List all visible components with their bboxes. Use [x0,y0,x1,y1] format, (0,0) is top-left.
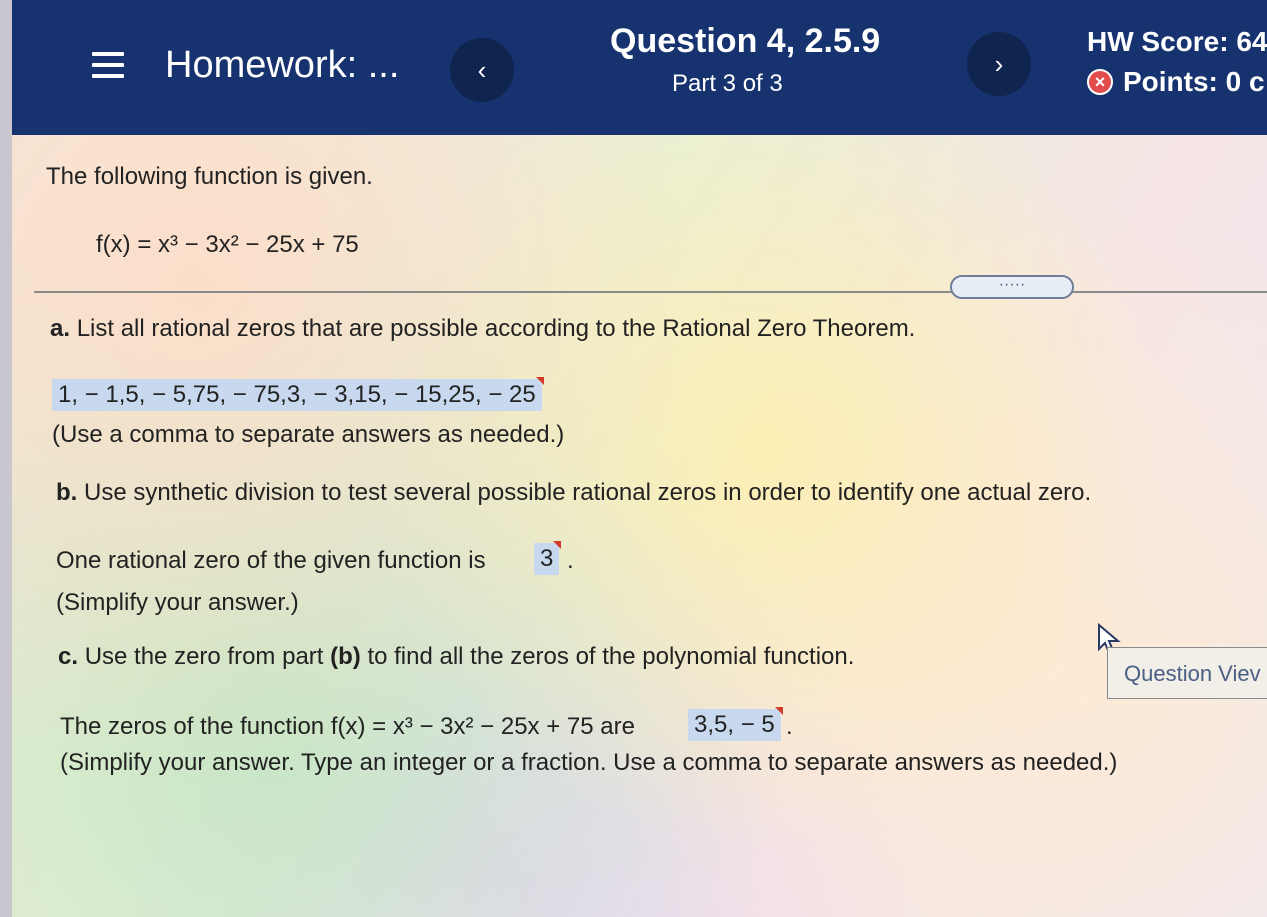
part-b-text: Use synthetic division to test several p… [84,479,1092,506]
part-c-text-bold: (b) [330,643,361,670]
question-content: The following function is given. f(x) = … [12,135,1267,917]
part-b-period: . [567,547,574,574]
part-b-label: b. [56,479,78,506]
incorrect-x-icon: × [1087,69,1113,95]
part-c-answer-box[interactable]: 3,5, − 5 [688,707,783,741]
part-c-answer-prefix: The zeros of the function f(x) = x³ − 3x… [60,713,635,740]
part-b-question: b. Use synthetic division to test severa… [56,479,1091,507]
expand-more-button[interactable]: ····· [950,275,1074,299]
part-c-text-post: to find all the zeros of the polynomial … [367,643,855,670]
part-b-answer-line: One rational zero of the given function … [56,547,486,575]
homework-title[interactable]: Homework: ... [165,44,399,87]
question-viewer-button[interactable]: Question Viev [1107,647,1267,699]
previous-question-button[interactable]: ‹ [450,38,514,102]
part-c-text-pre: Use the zero from part [84,643,324,670]
part-c-period: . [786,713,793,740]
question-title: Question 4, 2.5.9 [610,22,881,60]
part-a-text: List all rational zeros that are possibl… [76,315,916,342]
part-b-answer-box[interactable]: 3 [534,541,562,575]
part-c-hint: (Simplify your answer. Type an integer o… [60,749,1118,776]
part-a-label: a. [50,315,71,342]
part-a-question: a. List all rational zeros that are poss… [50,315,915,343]
question-part: Part 3 of 3 [672,70,783,97]
part-a-answer-box[interactable]: 1, − 1,5, − 5,75, − 75,3, − 3,15, − 15,2… [52,377,544,411]
part-a-hint: (Use a comma to separate answers as need… [52,421,565,448]
function-expression: f(x) = x³ − 3x² − 25x + 75 [96,231,359,258]
screen-bezel [0,0,12,917]
chevron-right-icon: › [994,48,1004,79]
next-question-button[interactable]: › [967,32,1031,96]
chevron-left-icon: ‹ [477,54,487,85]
part-b-answer-prefix: One rational zero of the given function … [56,547,486,574]
hamburger-menu-icon[interactable] [92,52,124,80]
points-status: × Points: 0 c [1087,66,1265,98]
problem-intro: The following function is given. [46,163,373,190]
header-bar: Homework: ... ‹ Question 4, 2.5.9 Part 3… [12,0,1267,135]
part-b-hint: (Simplify your answer.) [56,589,299,616]
hw-score: HW Score: 64 [1087,26,1267,57]
section-divider [34,291,1267,293]
points-label: Points: 0 c [1123,66,1265,97]
part-c-question: c. Use the zero from part (b) to find al… [58,643,854,671]
part-c-label: c. [58,643,79,670]
